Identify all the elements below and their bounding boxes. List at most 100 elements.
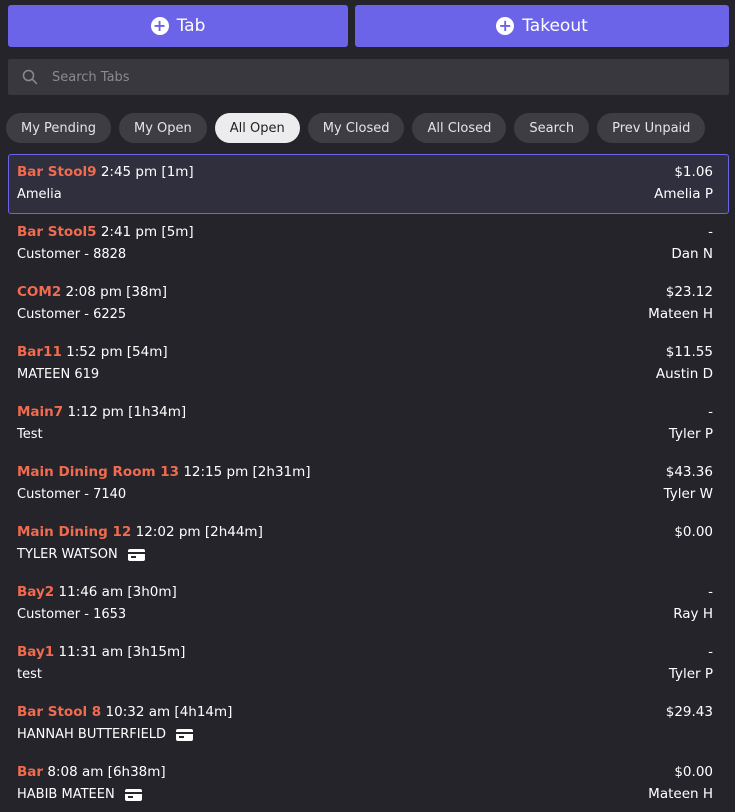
tab-row[interactable]: COM2 2:08 pm [38m] Customer - 6225 $23.12 M… [8,274,729,334]
credit-card-icon [124,788,142,801]
table-name: Main Dining Room 13 [17,464,180,480]
table-name: COM2 [17,284,62,300]
server-name: Tyler W [663,486,713,502]
tab-header: Bar 8:08 am [6h38m] [17,764,166,780]
tab-amount: - [708,644,713,660]
tab-amount: - [708,404,713,420]
filter-chip-all-closed[interactable]: All Closed [412,113,507,143]
tab-time: 12:02 pm [2h44m] [135,524,263,540]
filter-chip-my-closed[interactable]: My Closed [307,113,405,143]
tab-time: 8:08 am [6h38m] [47,764,166,780]
server-name: Tyler P [668,426,713,442]
customer-name: Test [17,427,43,442]
new-tab-label: Tab [176,16,206,36]
table-name: Bar11 [17,344,62,360]
table-name: Bay1 [17,644,55,660]
server-name: Tyler P [668,666,713,682]
tab-header: Main Dining Room 13 12:15 pm [2h31m] [17,464,311,480]
filter-chip-all-open[interactable]: All Open [214,113,300,143]
table-name: Main Dining 12 [17,524,132,540]
plus-circle-icon: + [496,17,515,35]
tab-amount: - [708,224,713,240]
tab-header: Main7 1:12 pm [1h34m] [17,404,186,420]
table-name: Bar Stool9 [17,164,97,180]
tab-list: Bar Stool9 2:45 pm [1m] Amelia $1.06 Amelia… [8,154,729,812]
tab-header: Bar Stool5 2:41 pm [5m] [17,224,194,240]
tab-subline: TYLER WATSON [17,547,145,562]
tab-subline: HANNAH BUTTERFIELD [17,727,194,742]
table-name: Bay2 [17,584,55,600]
customer-name: HABIB MATEEN [17,787,115,802]
tab-subline: Customer - 8828 [17,247,126,262]
tab-time: 2:08 pm [38m] [65,284,167,300]
search-icon [22,69,52,85]
customer-name: Customer - 8828 [17,247,127,262]
tab-row[interactable]: Bay1 11:31 am [3h15m] test - Tyler P [8,634,729,694]
tab-row[interactable]: Bar Stool9 2:45 pm [1m] Amelia $1.06 Amelia… [8,154,729,214]
tab-time: 11:31 am [3h15m] [58,644,186,660]
tab-row[interactable]: Main Dining Room 13 12:15 pm [2h31m] Cust… [8,454,729,514]
tab-amount: $0.00 [674,524,713,540]
tab-header: Bar Stool 8 10:32 am [4h14m] [17,704,232,720]
customer-name: MATEEN 619 [17,367,100,382]
table-name: Bar [17,764,44,780]
search-tabs-input[interactable] [52,68,729,86]
table-name: Bar Stool5 [17,224,97,240]
server-name: Amelia P [654,186,713,202]
filter-chip-my-open[interactable]: My Open [119,113,207,143]
table-name: Main7 [17,404,64,420]
tab-row[interactable]: Bar11 1:52 pm [54m] MATEEN 619 $11.55 Austi… [8,334,729,394]
customer-name: Amelia [17,187,62,202]
customer-name: Customer - 1653 [17,607,127,622]
tab-subline: Customer - 1653 [17,607,126,622]
customer-name: Customer - 7140 [17,487,127,502]
server-name: Mateen H [648,306,713,322]
customer-name: TYLER WATSON [17,547,118,562]
tab-time: 2:41 pm [5m] [100,224,194,240]
tab-header: Main Dining 12 12:02 pm [2h44m] [17,524,263,540]
tab-subline: MATEEN 619 [17,367,99,382]
filter-chip-prev-unpaid[interactable]: Prev Unpaid [597,113,706,143]
tab-time: 2:45 pm [1m] [100,164,194,180]
server-name: Dan N [671,246,713,262]
tab-time: 10:32 am [4h14m] [105,704,233,720]
tab-amount: $29.43 [665,704,713,720]
credit-card-icon [127,548,145,561]
server-name: Mateen H [648,786,713,802]
customer-name: HANNAH BUTTERFIELD [17,727,167,742]
tab-subline: Customer - 6225 [17,307,126,322]
tab-amount: $43.36 [665,464,713,480]
tab-header: COM2 2:08 pm [38m] [17,284,167,300]
tab-subline: Customer - 7140 [17,487,126,502]
tab-time: 1:52 pm [54m] [66,344,168,360]
credit-card-icon [176,728,194,741]
tab-amount: $0.00 [674,764,713,780]
tab-header: Bar Stool9 2:45 pm [1m] [17,164,194,180]
tab-row[interactable]: Bay2 11:46 am [3h0m] Customer - 1653 - Ray … [8,574,729,634]
tab-amount: - [708,584,713,600]
server-name: Ray H [673,606,713,622]
top-action-bar: + Tab + Takeout [8,5,729,47]
tab-header: Bay1 11:31 am [3h15m] [17,644,185,660]
tab-row[interactable]: Main7 1:12 pm [1h34m] Test - Tyler P [8,394,729,454]
tab-subline: Test [17,427,43,442]
new-tab-button[interactable]: + Tab [8,5,348,47]
tab-time: 11:46 am [3h0m] [58,584,177,600]
tab-amount: $11.55 [665,344,713,360]
open-tabs-screen: + Tab + Takeout My PendingMy OpenAll Ope… [0,0,735,812]
tab-row[interactable]: Bar Stool5 2:41 pm [5m] Customer - 8828 - D… [8,214,729,274]
tab-row[interactable]: Main Dining 12 12:02 pm [2h44m] TYLER WAT… [8,514,729,574]
tab-row[interactable]: Bar Stool 8 10:32 am [4h14m] HANNAH BUTTE… [8,694,729,754]
new-takeout-button[interactable]: + Takeout [355,5,729,47]
tab-row[interactable]: Bar 8:08 am [6h38m] HABIB MATEEN $0.00 Mate… [8,754,729,812]
tab-header: Bay2 11:46 am [3h0m] [17,584,177,600]
filter-chip-my-pending[interactable]: My Pending [6,113,112,143]
search-bar [8,59,729,95]
tab-subline: Amelia [17,187,62,202]
filter-chips: My Pending My Open All Open My Closed All Cl… [6,113,706,143]
tab-subline: test [17,667,42,682]
filter-chip-search[interactable]: Search [514,113,590,143]
tab-amount: $1.06 [674,164,713,180]
table-name: Bar Stool 8 [17,704,102,720]
tab-subline: HABIB MATEEN [17,787,142,802]
